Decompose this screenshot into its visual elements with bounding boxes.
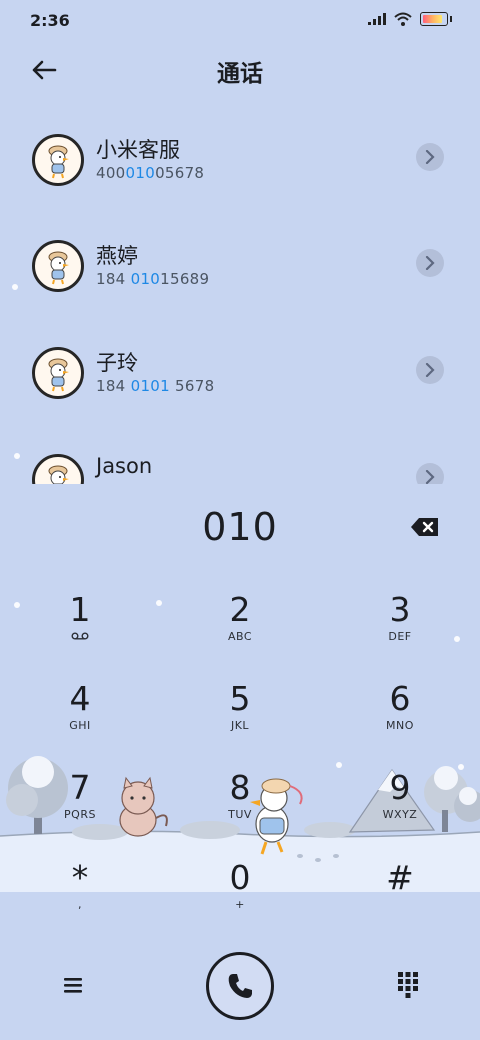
duck-avatar-icon	[48, 358, 69, 392]
contact-detail-button[interactable]	[416, 143, 444, 171]
key-8[interactable]: 8 TUV	[180, 768, 300, 848]
key-letters: GHI	[69, 719, 91, 732]
contact-list[interactable]: 小米客服 40001005678 燕婷 184 01015689 子玲 184 …	[0, 108, 480, 484]
chevron-right-icon	[425, 363, 435, 377]
number-part: 400	[96, 164, 126, 182]
key-7[interactable]: 7 PQRS	[20, 768, 140, 848]
menu-icon	[64, 978, 82, 993]
menu-button[interactable]	[58, 970, 88, 1000]
number-match: 010	[125, 164, 156, 182]
wifi-icon	[394, 12, 412, 26]
key-hash[interactable]: #	[340, 858, 460, 938]
delete-button[interactable]	[410, 516, 440, 538]
contact-row[interactable]: 小米客服 40001005678	[0, 108, 480, 208]
key-digit: 9	[389, 768, 411, 807]
snow-flake	[12, 284, 18, 290]
key-letters: WXYZ	[382, 808, 418, 821]
header: 通话	[0, 48, 480, 92]
number-part: 5678	[169, 377, 215, 395]
key-star[interactable]: * ,	[20, 858, 140, 938]
contact-name: 燕婷	[96, 244, 138, 268]
number-match: 0101	[130, 377, 170, 395]
contact-number: 184 01015689	[96, 270, 209, 288]
key-letters: DEF	[388, 630, 412, 643]
number-part: 15689	[160, 270, 210, 288]
key-6[interactable]: 6 MNO	[340, 679, 460, 759]
number-part: 184	[96, 377, 131, 395]
key-digit: 0	[229, 858, 251, 897]
key-digit: *	[71, 858, 89, 897]
status-time: 2:36	[30, 11, 70, 30]
contact-row[interactable]: 燕婷 184 01015689	[0, 214, 480, 314]
key-letters: MNO	[386, 719, 414, 732]
chevron-right-icon	[425, 256, 435, 270]
key-digit: 1	[69, 590, 91, 629]
key-9[interactable]: 9 WXYZ	[340, 768, 460, 848]
key-digit: #	[386, 858, 414, 897]
chevron-right-icon	[425, 150, 435, 164]
number-match: 010	[130, 270, 161, 288]
battery-icon	[420, 12, 448, 26]
duck-avatar-icon	[48, 465, 69, 484]
key-4[interactable]: 4 GHI	[20, 679, 140, 759]
key-letters: ,	[78, 898, 82, 911]
key-digit: 4	[69, 679, 91, 718]
contact-row[interactable]: Jason	[0, 428, 480, 484]
contact-name: 子玲	[96, 351, 138, 375]
duck-avatar-icon	[48, 145, 69, 179]
contact-name: 小米客服	[96, 138, 180, 162]
key-digit: 6	[389, 679, 411, 718]
key-5[interactable]: 5 JKL	[180, 679, 300, 759]
avatar	[32, 347, 84, 399]
key-digit: 2	[229, 590, 251, 629]
dialpad-toggle-button[interactable]	[394, 970, 422, 1000]
status-icons	[368, 12, 452, 26]
phone-icon	[228, 974, 252, 998]
number-part: 05678	[155, 164, 205, 182]
key-letters: ABC	[227, 630, 253, 643]
avatar	[32, 240, 84, 292]
contact-row[interactable]: 子玲 184 0101 5678	[0, 321, 480, 421]
contact-detail-button[interactable]	[416, 249, 444, 277]
contact-name: Jason	[96, 454, 153, 478]
battery-tip	[450, 16, 452, 22]
status-bar: 2:36	[0, 0, 480, 42]
key-letters: TUV	[228, 808, 252, 821]
bottom-bar	[0, 950, 480, 1022]
key-digit: 7	[69, 768, 91, 807]
signal-icon	[368, 13, 386, 25]
chevron-right-icon	[425, 470, 435, 484]
key-letters: PQRS	[64, 808, 96, 821]
call-button[interactable]	[206, 952, 274, 1020]
key-2[interactable]: 2 ABC	[180, 590, 300, 670]
key-letters	[20, 630, 140, 643]
snow-flake	[14, 453, 20, 459]
key-3[interactable]: 3 DEF	[340, 590, 460, 670]
contact-number: 184 0101 5678	[96, 377, 214, 395]
contact-detail-button[interactable]	[416, 356, 444, 384]
backspace-icon	[411, 518, 438, 536]
key-digit: 5	[229, 679, 251, 718]
page-title: 通话	[217, 61, 263, 87]
key-letters: +	[235, 898, 245, 911]
contact-detail-button[interactable]	[416, 463, 444, 484]
key-0[interactable]: 0 +	[180, 858, 300, 938]
voicemail-icon	[71, 632, 89, 640]
key-digit: 8	[229, 768, 251, 807]
snow-flake	[156, 600, 162, 606]
dialpad-icon	[398, 972, 418, 998]
avatar	[32, 134, 84, 186]
number-part: 184	[96, 270, 131, 288]
key-1[interactable]: 1	[20, 590, 140, 670]
dialer-input-display[interactable]: 010	[0, 505, 480, 549]
contact-number: 40001005678	[96, 164, 204, 182]
battery-level	[423, 15, 442, 23]
key-digit: 3	[389, 590, 411, 629]
avatar	[32, 454, 84, 484]
duck-avatar-icon	[48, 251, 69, 285]
key-letters: JKL	[230, 719, 250, 732]
